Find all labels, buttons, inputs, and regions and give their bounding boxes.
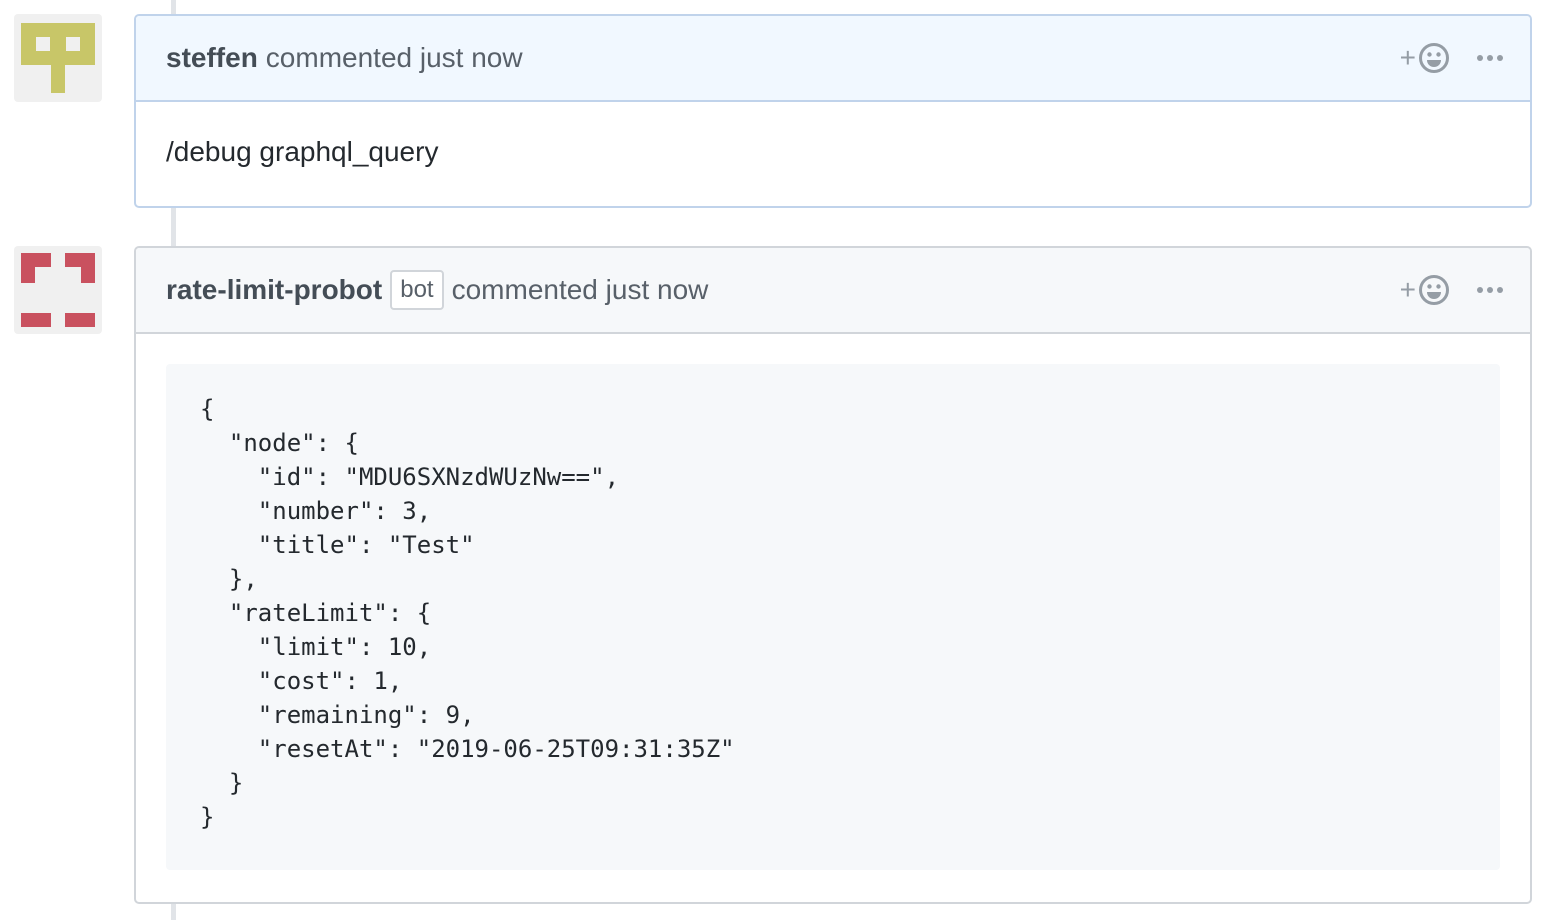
smiley-icon <box>1419 275 1449 305</box>
plus-icon: + <box>1399 42 1416 73</box>
comment-author[interactable]: rate-limit-probot <box>166 274 382 306</box>
comment-header: rate-limit-probot bot commented just now… <box>136 248 1530 334</box>
kebab-horizontal-icon <box>1477 55 1503 61</box>
timeline-line <box>171 904 176 920</box>
avatar-steffen[interactable] <box>14 14 102 102</box>
comment-header: steffen commented just now + <box>136 16 1530 102</box>
comment-author[interactable]: steffen <box>166 42 258 74</box>
comment-body: /debug graphql_query <box>166 136 439 167</box>
add-reaction-button[interactable]: + <box>1400 274 1450 306</box>
comment-rate-limit-probot: rate-limit-probot bot commented just now… <box>134 246 1532 904</box>
comment-actions: + <box>1400 248 1504 332</box>
bot-badge: bot <box>390 270 444 310</box>
comment-actions: + <box>1400 16 1504 100</box>
comment-body: { "node": { "id": "MDU6SXNzdWUzNw==", "n… <box>136 334 1530 870</box>
kebab-horizontal-icon <box>1477 287 1503 293</box>
more-options-button[interactable] <box>1476 286 1504 294</box>
plus-icon: + <box>1399 274 1416 305</box>
timeline-line <box>171 0 176 14</box>
more-options-button[interactable] <box>1476 54 1504 62</box>
avatar-rate-limit-probot[interactable] <box>14 246 102 334</box>
timeline-line <box>171 208 176 246</box>
comment-timestamp[interactable]: commented just now <box>452 274 709 306</box>
identicon-rate-limit-probot <box>21 253 95 327</box>
add-reaction-button[interactable]: + <box>1400 42 1450 74</box>
comment-steffen: steffen commented just now + /debug grap… <box>134 14 1532 208</box>
smiley-icon <box>1419 43 1449 73</box>
comment-timestamp[interactable]: commented just now <box>266 42 523 74</box>
identicon-steffen <box>21 23 95 93</box>
code-block: { "node": { "id": "MDU6SXNzdWUzNw==", "n… <box>166 364 1500 870</box>
